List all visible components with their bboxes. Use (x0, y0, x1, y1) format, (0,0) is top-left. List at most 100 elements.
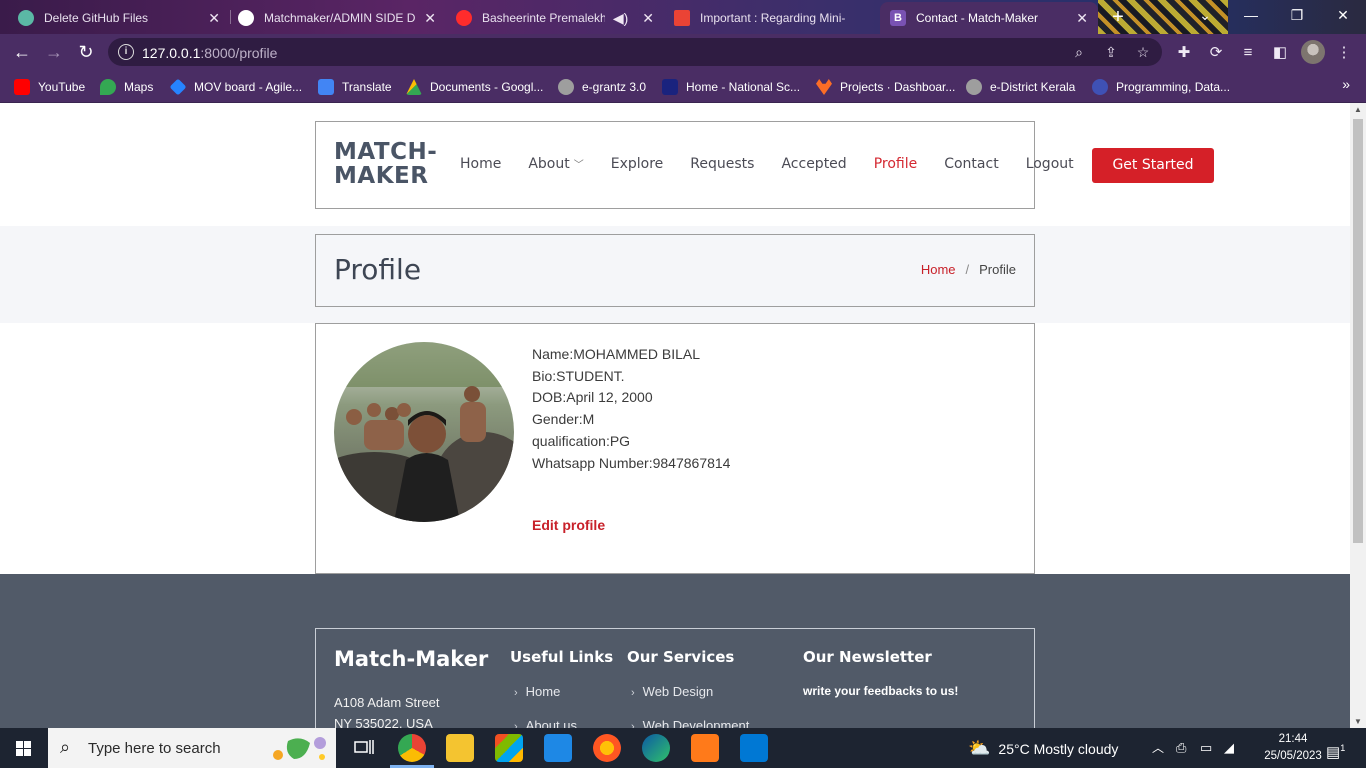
profile-photo-image (334, 342, 514, 522)
zoom-icon[interactable]: ⌕ (1070, 43, 1088, 61)
footer-service-web-development[interactable]: › Web Development (627, 718, 749, 728)
footer-services-title: Our Services (627, 648, 735, 666)
audio-playing-icon[interactable]: ◀) (613, 10, 628, 27)
vscode-icon[interactable] (740, 734, 768, 762)
share-icon[interactable]: ⇪ (1102, 43, 1120, 61)
chevron-right-icon: › (631, 721, 635, 728)
meet-now-icon[interactable]: ⎙ (1176, 728, 1186, 768)
breadcrumb: Home / Profile (921, 262, 1016, 277)
forward-arrow-icon[interactable]: → (42, 40, 66, 64)
file-explorer-icon[interactable] (446, 734, 474, 762)
bookmark-translate[interactable]: Translate (318, 77, 392, 97)
task-view-glyph-icon (354, 740, 374, 754)
nav-about[interactable]: About ﹀ (528, 156, 583, 172)
extensions-puzzle-icon[interactable]: ✚ (1173, 42, 1195, 64)
bookmark-documents[interactable]: Documents - Googl... (406, 77, 543, 97)
scrollbar-thumb[interactable] (1353, 119, 1363, 543)
more-bookmarks-icon[interactable]: » (1342, 76, 1350, 92)
tab-matchmaker-admin[interactable]: Matchmaker/ADMIN SIDE D ✕ (228, 2, 446, 34)
nav-requests[interactable]: Requests (690, 156, 754, 172)
bookmark-e-grantz[interactable]: e-grantz 3.0 (558, 77, 646, 97)
reload-icon[interactable]: ↻ (74, 40, 98, 64)
profile-card: Name:MOHAMMED BILAL Bio:STUDENT. DOB:Apr… (315, 323, 1035, 574)
breadcrumb-home-link[interactable]: Home (921, 262, 956, 277)
footer-useful-links: Useful Links › Home › About us (510, 648, 613, 728)
tab-basheerinte-premalekha[interactable]: Basheerinte Premalekha ◀) ✕ (446, 2, 664, 34)
tab-important-regarding-mini[interactable]: Important : Regarding Mini- (664, 2, 878, 34)
sync-icon[interactable]: ⟳ (1205, 42, 1227, 64)
footer-link-about[interactable]: › About us (510, 718, 613, 728)
weather-widget[interactable]: ⛅ 25°C Mostly cloudy (968, 728, 1118, 768)
edge-icon[interactable] (642, 734, 670, 762)
page-scrollbar[interactable]: ▲ ▼ (1350, 103, 1366, 728)
firefox-icon[interactable] (593, 734, 621, 762)
nav-home[interactable]: Home (460, 156, 501, 172)
profile-avatar[interactable] (1301, 40, 1325, 64)
close-tab-icon[interactable]: ✕ (642, 10, 654, 27)
footer-newsletter: Our Newsletter write your feedbacks to u… (803, 648, 958, 698)
openai-favicon-icon (18, 10, 34, 26)
tab-delete-github-files[interactable]: Delete GitHub Files ✕ (8, 2, 230, 34)
tab-search-chevron-icon[interactable]: ⌄ (1182, 0, 1228, 30)
nav-accepted[interactable]: Accepted (781, 156, 846, 172)
office-app-icon[interactable] (691, 734, 719, 762)
battery-icon[interactable]: ▭ (1200, 728, 1212, 768)
nav-logout[interactable]: Logout (1026, 156, 1074, 172)
footer-useful-links-title: Useful Links (510, 648, 614, 666)
microsoft-store-icon[interactable] (495, 734, 523, 762)
jira-icon (169, 78, 187, 96)
nav-contact[interactable]: Contact (944, 156, 998, 172)
close-tab-icon[interactable]: ✕ (1076, 10, 1088, 27)
back-arrow-icon[interactable]: ← (10, 40, 34, 64)
close-tab-icon[interactable]: ✕ (424, 10, 436, 27)
close-window-icon[interactable]: ✕ (1320, 0, 1366, 30)
mail-icon[interactable] (544, 734, 572, 762)
get-started-button[interactable]: Get Started (1092, 148, 1214, 183)
chevron-right-icon: › (631, 687, 635, 699)
search-icon: ⌕ (60, 737, 71, 757)
profile-dob: DOB:April 12, 2000 (532, 389, 653, 406)
bookmark-projects-dashboard[interactable]: Projects · Dashboar... (816, 77, 955, 97)
profile-whatsapp: Whatsapp Number:9847867814 (532, 454, 731, 471)
footer-link-home[interactable]: › Home (510, 684, 613, 699)
taskbar-search-input[interactable]: ⌕ Type here to search (48, 728, 336, 768)
address-bar[interactable]: i 127.0.0.1:8000/profile ⌕ ⇪ ☆ (108, 38, 1162, 66)
restore-icon[interactable]: ❐ (1274, 0, 1320, 30)
chrome-taskbar-icon[interactable] (398, 734, 426, 762)
reading-list-icon[interactable]: ≡ (1237, 42, 1259, 64)
side-panel-icon[interactable]: ◧ (1269, 42, 1291, 64)
tab-contact-match-maker[interactable]: B Contact - Match-Maker ✕ (880, 2, 1098, 34)
bookmark-programming-data[interactable]: Programming, Data... (1092, 77, 1230, 97)
edit-profile-link[interactable]: Edit profile (532, 517, 605, 533)
site-info-icon[interactable]: i (118, 44, 134, 60)
bookmark-mov-board[interactable]: MOV board - Agile... (169, 77, 302, 97)
gmail-favicon-icon (674, 10, 690, 26)
bookmark-star-icon[interactable]: ☆ (1134, 43, 1152, 61)
minimize-icon[interactable]: — (1228, 0, 1274, 30)
youtube-favicon-icon (456, 10, 472, 26)
windows-start-icon[interactable] (0, 728, 48, 768)
scroll-up-arrow-icon[interactable]: ▲ (1354, 105, 1362, 114)
new-tab-icon[interactable]: + (1106, 6, 1130, 28)
notification-icon[interactable]: ▤1 (1326, 728, 1345, 768)
bookmark-youtube[interactable]: YouTube (14, 77, 85, 97)
site-logo[interactable]: MATCH- MAKER (334, 140, 437, 188)
network-icon[interactable]: ◢ (1224, 728, 1234, 768)
windows-logo-icon (16, 741, 31, 756)
nav-profile[interactable]: Profile (874, 156, 918, 172)
system-clock[interactable]: 21:44 25/05/2023 (1262, 731, 1324, 765)
youtube-icon (14, 79, 30, 95)
bookmark-maps[interactable]: Maps (100, 77, 153, 97)
menu-kebab-icon[interactable]: ⋮ (1333, 42, 1355, 64)
profile-details: Name:MOHAMMED BILAL Bio:STUDENT. DOB:Apr… (532, 344, 730, 474)
bookmark-e-district-kerala[interactable]: e-District Kerala (966, 77, 1075, 97)
maps-pin-icon (100, 79, 116, 95)
task-view-icon[interactable] (350, 734, 378, 762)
tray-overflow-chevron-icon[interactable]: ︿ (1152, 728, 1164, 768)
footer-service-web-design[interactable]: › Web Design (627, 684, 749, 699)
close-tab-icon[interactable]: ✕ (208, 10, 220, 27)
browser-toolbar: ← → ↻ i 127.0.0.1:8000/profile ⌕ ⇪ ☆ (0, 34, 1366, 70)
scroll-down-arrow-icon[interactable]: ▼ (1354, 717, 1362, 726)
nav-explore[interactable]: Explore (611, 156, 664, 172)
bookmark-national-scholarship[interactable]: Home - National Sc... (662, 77, 800, 97)
